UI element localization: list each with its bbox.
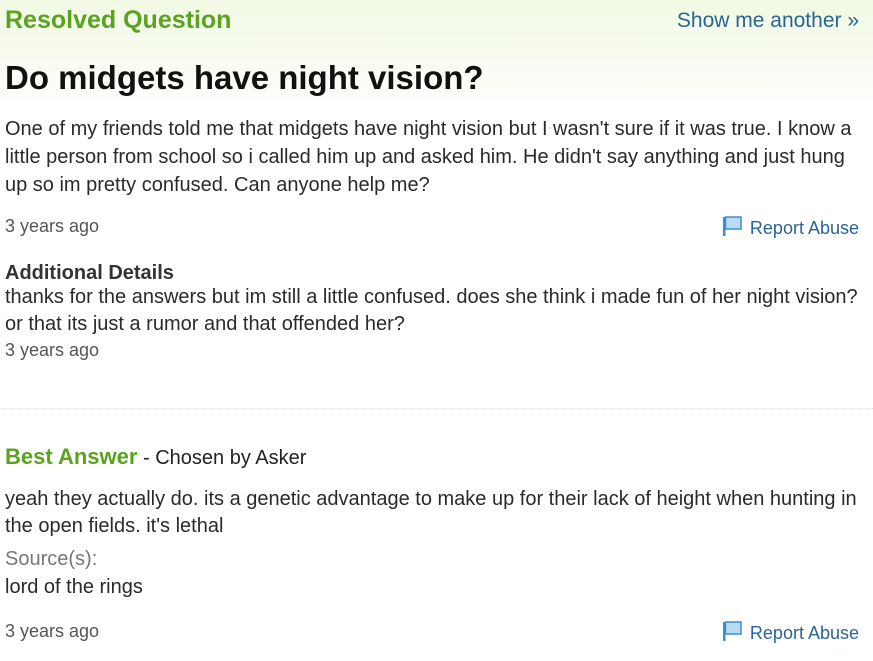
answer-report-abuse-button[interactable]: Report Abuse: [722, 620, 859, 644]
question-title: Do midgets have night vision?: [5, 59, 484, 96]
show-another-link[interactable]: Show me another »: [677, 8, 859, 34]
report-abuse-label: Report Abuse: [749, 218, 859, 238]
chosen-by-text: - Chosen by Asker: [137, 447, 307, 469]
answer-timestamp: 3 years ago: [5, 621, 100, 641]
best-answer-label: Best Answer: [5, 444, 138, 469]
resolved-question-label: Resolved Question: [5, 6, 232, 34]
sources-text: lord of the rings: [5, 576, 143, 598]
sources-label: Source(s):: [5, 548, 98, 570]
additional-details-heading: Additional Details: [5, 262, 174, 284]
section-divider: [0, 408, 873, 409]
question-body: One of my friends told me that midgets h…: [5, 118, 852, 196]
question-report-abuse-button[interactable]: Report Abuse: [722, 215, 859, 239]
flag-icon: [722, 621, 742, 641]
additional-details-timestamp: 3 years ago: [5, 340, 100, 360]
best-answer-header: Best Answer - Chosen by Asker: [5, 444, 306, 471]
question-timestamp: 3 years ago: [5, 216, 100, 236]
flag-icon: [722, 216, 742, 236]
best-answer-body: yeah they actually do. its a genetic adv…: [5, 488, 857, 537]
additional-details-body: thanks for the answers but im still a li…: [5, 286, 858, 335]
report-abuse-label: Report Abuse: [749, 623, 859, 643]
